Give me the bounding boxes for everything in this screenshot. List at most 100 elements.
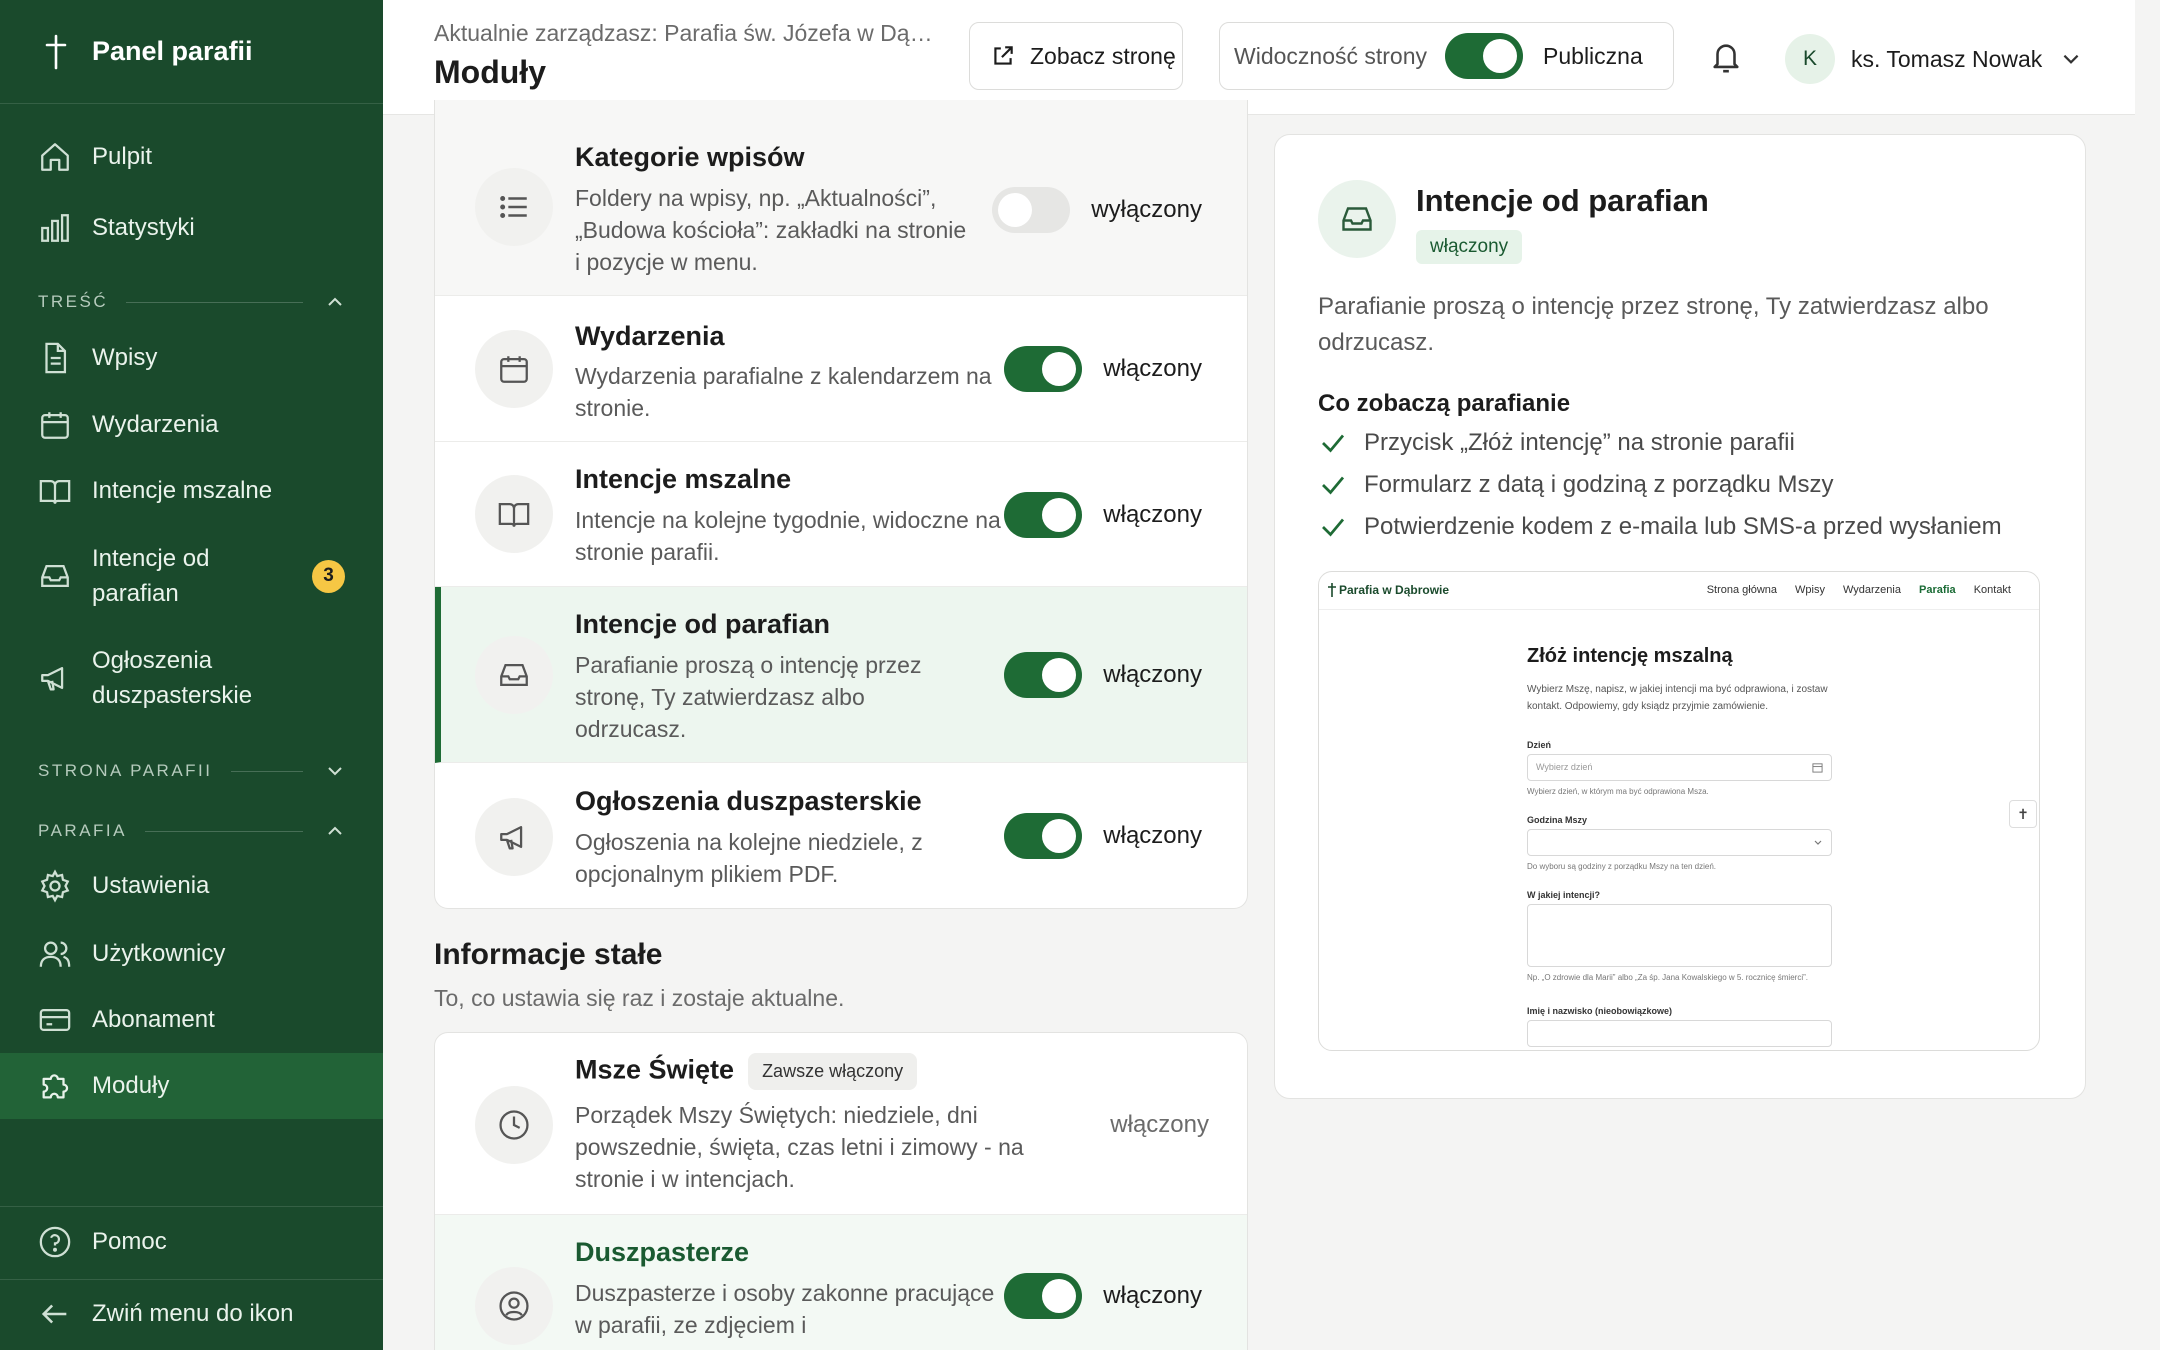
calendar-icon: [1812, 763, 1823, 773]
sidebar-item-wydarzenia[interactable]: Wydarzenia: [0, 401, 383, 449]
visibility-toggle[interactable]: [1445, 33, 1524, 79]
section-title: STRONA PARAFII: [38, 761, 213, 780]
section-divider: [126, 301, 303, 303]
inbox-icon: [1318, 180, 1396, 258]
detail-description: Parafianie proszą o intencję przez stron…: [1318, 293, 1989, 356]
section-divider: [144, 830, 303, 832]
always-on-pill: Zawsze włączony: [748, 1053, 918, 1090]
module-toggle[interactable]: [1004, 1273, 1082, 1319]
sidebar-item-abonament[interactable]: Abonament: [0, 996, 383, 1044]
page-preview: Parafia w Dąbrowie Strona główna Wpisy W…: [1318, 571, 2040, 1051]
preview-field-label: Imię i nazwisko (nieobowiązkowe): [1527, 1006, 1673, 1016]
module-row[interactable]: Intencje mszalne Intencje na kolejne tyg…: [435, 442, 1247, 587]
sidebar-item-label: Wydarzenia: [92, 411, 219, 438]
preview-help: Do wyboru są godziny z porządku Mszy na …: [1527, 862, 1716, 871]
sidebar-item-ustawienia[interactable]: Ustawienia: [0, 862, 383, 910]
module-toggle[interactable]: [1004, 813, 1082, 859]
visibility-label: Widoczność strony: [1234, 42, 1428, 69]
sidebar-item-uzytkownicy[interactable]: Użytkownicy: [0, 930, 383, 978]
sidebar-item-pomoc[interactable]: Pomoc: [0, 1218, 383, 1266]
section-title: TREŚĆ: [38, 292, 109, 311]
sidebar-item-label: Pomoc: [92, 1228, 167, 1255]
chevron-up-icon: [328, 297, 342, 306]
module-state: włączony: [1103, 355, 1202, 382]
view-site-button[interactable]: Zobacz stronę: [969, 22, 1183, 90]
bell-icon[interactable]: [1709, 38, 1743, 76]
home-icon: [38, 140, 72, 174]
page-title: Moduły: [434, 54, 546, 90]
module-toggle[interactable]: [1004, 346, 1082, 392]
module-state: wyłączony: [1091, 196, 1202, 223]
sidebar-item-ogloszenia[interactable]: Ogłoszenia duszpasterskie: [0, 642, 383, 714]
collapse-menu-button[interactable]: Zwiń menu do ikon: [0, 1290, 383, 1338]
module-toggle[interactable]: [992, 187, 1070, 233]
section-tresc[interactable]: TREŚĆ: [38, 287, 345, 317]
top-header: Aktualnie zarządzasz: Parafia św. Józefa…: [383, 0, 2135, 115]
module-row[interactable]: Duszpasterze Duszpasterze i osoby zakonn…: [435, 1215, 1247, 1350]
calendar-icon: [38, 408, 72, 442]
preview-brand: Parafia w Dąbrowie: [1339, 583, 1450, 597]
sidebar-item-wpisy[interactable]: Wpisy: [0, 334, 383, 382]
arrow-left-icon: [38, 1297, 72, 1331]
chevron-down-icon: [328, 767, 342, 776]
avatar: K: [1785, 34, 1835, 84]
sidebar-item-label: Zwiń menu do ikon: [92, 1300, 294, 1327]
sidebar-item-label: Intencje mszalne: [92, 477, 273, 504]
sidebar-item-label: Statystyki: [92, 214, 195, 241]
user-menu[interactable]: K ks. Tomasz Nowak: [1785, 34, 2082, 84]
section-heading: Informacje stałe: [434, 938, 663, 971]
sidebar-item-moduly[interactable]: Moduły: [0, 1053, 383, 1119]
module-title-text: Msze Święte: [575, 1054, 735, 1085]
user-name: ks. Tomasz Nowak: [1851, 45, 2043, 72]
module-state: włączony: [1103, 822, 1202, 849]
sidebar-item-label: Wpisy: [92, 344, 158, 371]
check-icon: [1322, 476, 1345, 495]
external-link-icon: [994, 46, 1013, 65]
module-row[interactable]: Ogłoszenia duszpasterskie Ogłoszenia na …: [435, 763, 1247, 908]
module-title: Intencje mszalne: [575, 464, 792, 494]
book-open-icon: [38, 474, 72, 508]
preview-nav-link: Wpisy: [1795, 584, 1825, 596]
section-strona-parafii[interactable]: STRONA PARAFII: [38, 756, 345, 786]
inbox-icon: [38, 559, 72, 593]
module-description: Ogłoszenia na kolejne niedziele, z opcjo…: [575, 829, 923, 887]
feature-text: Przycisk „Złóż intencję” na stronie para…: [1364, 429, 1795, 456]
gear-icon: [38, 869, 72, 903]
sidebar-item-label: Moduły: [92, 1072, 170, 1099]
module-row[interactable]: Kategorie wpisów Foldery na wpisy, np. „…: [435, 100, 1247, 296]
module-state: włączony: [1103, 1282, 1202, 1309]
brand-title: Panel parafii: [92, 36, 253, 66]
notification-badge: 3: [312, 559, 345, 593]
users-icon: [38, 937, 72, 971]
module-toggle[interactable]: [1004, 652, 1082, 698]
puzzle-icon: [38, 1069, 72, 1103]
preview-hour-select: [1527, 829, 1832, 856]
sidebar-item-intencje-od-parafian[interactable]: Intencje od parafian 3: [0, 540, 383, 612]
module-toggle[interactable]: [1004, 492, 1082, 538]
megaphone-icon: [38, 661, 72, 695]
inbox-icon: [475, 636, 553, 714]
sidebar-item-label: Ogłoszenia duszpasterskie: [92, 647, 253, 709]
module-state: włączony: [1103, 501, 1202, 528]
module-state: włączony: [1103, 661, 1202, 688]
sidebar-brand[interactable]: Panel parafii: [0, 0, 383, 104]
sidebar-item-label: Abonament: [92, 1006, 215, 1033]
module-title: Msze Święte Zawsze włączony: [575, 1053, 918, 1090]
sidebar-item-label: Pulpit: [92, 143, 153, 170]
sidebar-item-label: Intencje od parafian: [92, 545, 210, 607]
section-parafia[interactable]: PARAFIA: [38, 816, 345, 846]
cross-icon: [1328, 583, 1336, 597]
sidebar-item-intencje-mszalne[interactable]: Intencje mszalne: [0, 467, 383, 515]
section-title: PARAFIA: [38, 821, 127, 840]
list-icon: [475, 168, 553, 246]
module-row-selected[interactable]: Intencje od parafian Parafianie proszą o…: [435, 587, 1247, 763]
bar-chart-icon: [38, 211, 72, 245]
sidebar-item-pulpit[interactable]: Pulpit: [0, 133, 383, 181]
section-subtitle: To, co ustawia się raz i zostaje aktualn…: [434, 985, 845, 1011]
sidebar-item-statystyki[interactable]: Statystyki: [0, 204, 383, 252]
module-description: Intencje na kolejne tygodnie, widoczne n…: [575, 507, 1001, 565]
module-row[interactable]: Wydarzenia Wydarzenia parafialne z kalen…: [435, 296, 1247, 442]
preview-day-input: Wybierz dzień: [1527, 754, 1832, 781]
module-row: Msze Święte Zawsze włączony Porządek Mszy…: [435, 1033, 1247, 1215]
module-state: włączony: [1110, 1111, 1209, 1138]
